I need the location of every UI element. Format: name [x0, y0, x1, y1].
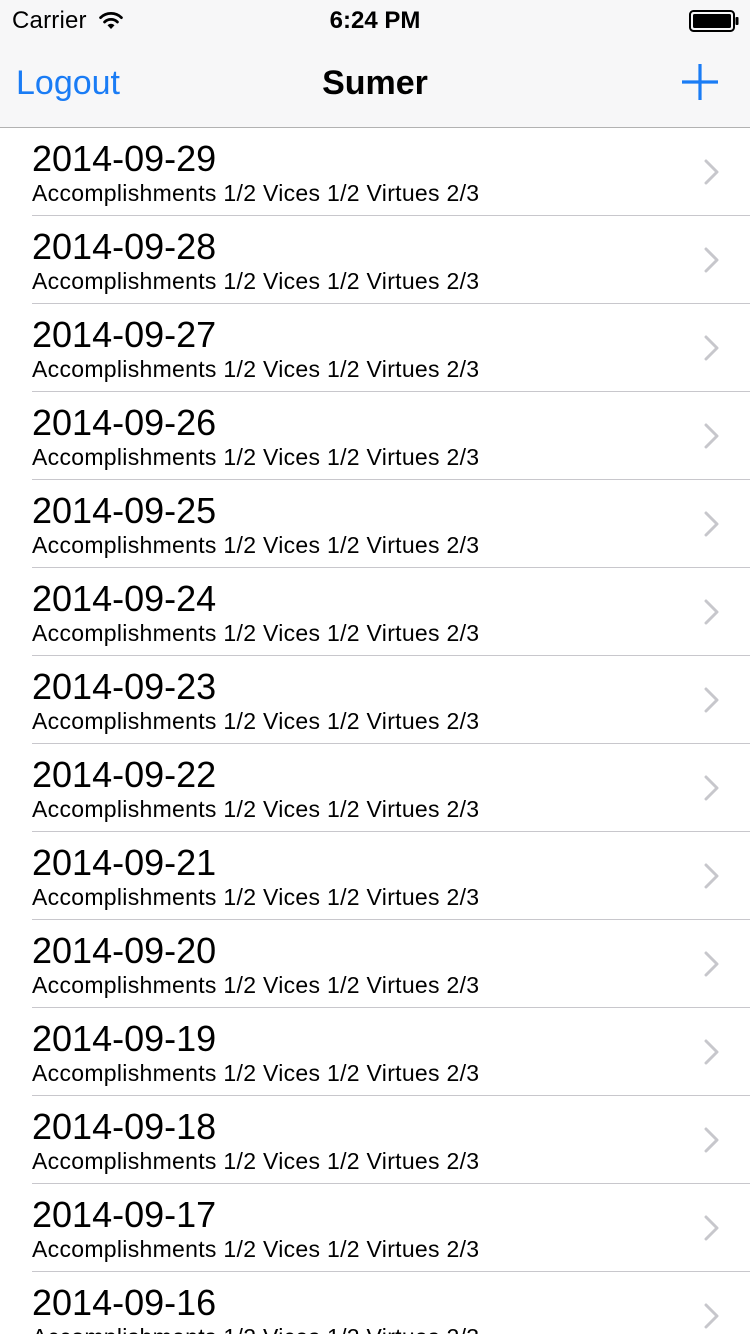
list-item[interactable]: 2014-09-28 Accomplishments 1/2 Vices 1/2 … — [0, 216, 750, 304]
entry-date: 2014-09-25 — [32, 490, 217, 531]
entry-summary: Accomplishments 1/2 Vices 1/2 Virtues 2/… — [32, 972, 480, 998]
chevron-right-icon — [704, 423, 719, 449]
battery-icon — [689, 10, 739, 32]
entry-date: 2014-09-20 — [32, 930, 217, 971]
entry-summary: Accomplishments 1/2 Vices 1/2 Virtues 2/… — [32, 884, 480, 910]
plus-icon — [682, 64, 718, 100]
entry-summary: Accomplishments 1/2 Vices 1/2 Virtues 2/… — [32, 1148, 480, 1174]
chevron-right-icon — [704, 1303, 719, 1329]
status-bar: Carrier 6:24 PM — [0, 0, 750, 40]
top-bar: Carrier 6:24 PM Logout Sumer — [0, 0, 750, 128]
page-title: Sumer — [322, 64, 428, 102]
entry-date: 2014-09-16 — [32, 1282, 217, 1323]
entry-summary: Accomplishments 1/2 Vices 1/2 Virtues 2/… — [32, 1060, 480, 1086]
chevron-right-icon — [704, 863, 719, 889]
list-item[interactable]: 2014-09-20 Accomplishments 1/2 Vices 1/2 … — [0, 920, 750, 1008]
chevron-right-icon — [704, 1039, 719, 1065]
chevron-right-icon — [704, 775, 719, 801]
list-item[interactable]: 2014-09-21 Accomplishments 1/2 Vices 1/2 … — [0, 832, 750, 920]
entry-summary: Accomplishments 1/2 Vices 1/2 Virtues 2/… — [32, 1236, 480, 1262]
entry-summary: Accomplishments 1/2 Vices 1/2 Virtues 2/… — [32, 532, 480, 558]
entry-date: 2014-09-18 — [32, 1106, 217, 1147]
entry-summary: Accomplishments 1/2 Vices 1/2 Virtues 2/… — [32, 1324, 479, 1334]
chevron-right-icon — [704, 1215, 719, 1241]
entry-date: 2014-09-26 — [32, 402, 217, 443]
entry-date: 2014-09-24 — [32, 578, 217, 619]
list-item[interactable]: 2014-09-26 Accomplishments 1/2 Vices 1/2 … — [0, 392, 750, 480]
list-item[interactable]: 2014-09-17 Accomplishments 1/2 Vices 1/2 … — [0, 1184, 750, 1272]
app-screen: Carrier 6:24 PM Logout Sumer 2014-09-29 … — [0, 0, 750, 1334]
entry-list: 2014-09-29 Accomplishments 1/2 Vices 1/2 … — [0, 128, 750, 1334]
chevron-right-icon — [704, 511, 719, 537]
entry-date: 2014-09-27 — [32, 314, 217, 355]
entry-date: 2014-09-28 — [32, 226, 217, 267]
entry-summary: Accomplishments 1/2 Vices 1/2 Virtues 2/… — [32, 268, 480, 294]
status-time: 6:24 PM — [329, 7, 421, 34]
chevron-right-icon — [704, 247, 719, 273]
entry-summary: Accomplishments 1/2 Vices 1/2 Virtues 2/… — [32, 796, 480, 822]
entry-date: 2014-09-23 — [32, 666, 217, 707]
chevron-right-icon — [704, 335, 719, 361]
entry-date: 2014-09-22 — [32, 754, 217, 795]
entry-date: 2014-09-21 — [32, 842, 217, 883]
entry-summary: Accomplishments 1/2 Vices 1/2 Virtues 2/… — [32, 620, 480, 646]
entry-date: 2014-09-19 — [32, 1018, 217, 1059]
navigation-bar: Logout Sumer — [0, 40, 750, 128]
list-item[interactable]: 2014-09-25 Accomplishments 1/2 Vices 1/2 … — [0, 480, 750, 568]
list-item[interactable]: 2014-09-16Accomplishments 1/2 Vices 1/2 … — [0, 1272, 750, 1334]
entry-summary: Accomplishments 1/2 Vices 1/2 Virtues 2/… — [32, 180, 480, 206]
list-item[interactable]: 2014-09-29 Accomplishments 1/2 Vices 1/2 … — [0, 128, 750, 216]
entry-summary: Accomplishments 1/2 Vices 1/2 Virtues 2/… — [32, 444, 480, 470]
list-item[interactable]: 2014-09-27 Accomplishments 1/2 Vices 1/2 … — [0, 304, 750, 392]
entry-date: 2014-09-17 — [32, 1194, 217, 1235]
chevron-right-icon — [704, 687, 719, 713]
chevron-right-icon — [704, 1127, 719, 1153]
entry-summary: Accomplishments 1/2 Vices 1/2 Virtues 2/… — [32, 708, 480, 734]
list-item[interactable]: 2014-09-18 Accomplishments 1/2 Vices 1/2 … — [0, 1096, 750, 1184]
add-entry-button[interactable] — [680, 62, 720, 102]
entry-date: 2014-09-29 — [32, 138, 217, 179]
entry-summary: Accomplishments 1/2 Vices 1/2 Virtues 2/… — [32, 356, 480, 382]
chevron-right-icon — [704, 159, 719, 185]
list-item[interactable]: 2014-09-22 Accomplishments 1/2 Vices 1/2 … — [0, 744, 750, 832]
chevron-right-icon — [704, 951, 719, 977]
list-item[interactable]: 2014-09-23 Accomplishments 1/2 Vices 1/2 … — [0, 656, 750, 744]
chevron-right-icon — [704, 599, 719, 625]
list-item[interactable]: 2014-09-24 Accomplishments 1/2 Vices 1/2 … — [0, 568, 750, 656]
list-item[interactable]: 2014-09-19 Accomplishments 1/2 Vices 1/2 … — [0, 1008, 750, 1096]
